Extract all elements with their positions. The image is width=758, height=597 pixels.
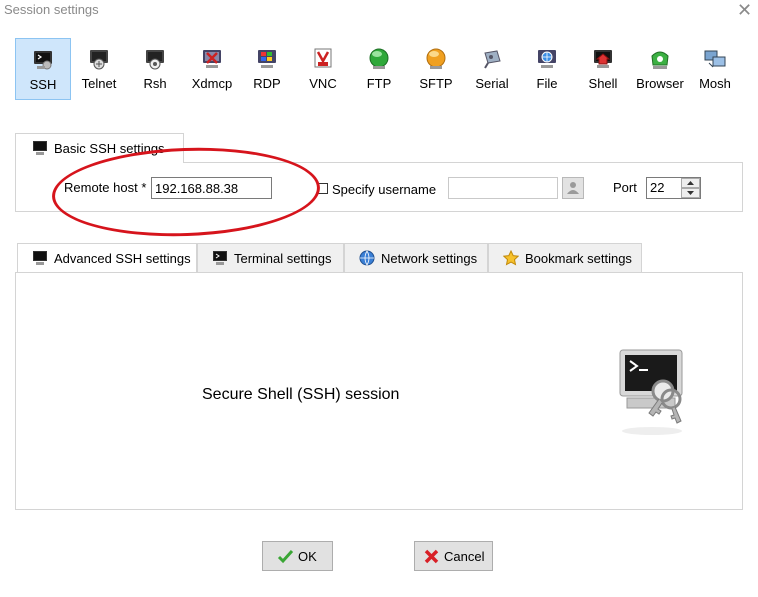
specify-username-label: Specify username xyxy=(332,182,437,197)
globe-icon xyxy=(359,250,375,266)
tab-network-settings[interactable]: Network settings xyxy=(344,243,488,273)
protocol-label: FTP xyxy=(366,76,392,91)
tab-label: Terminal settings xyxy=(234,251,332,266)
window-title: Session settings xyxy=(4,2,99,17)
protocol-sftp[interactable]: SFTP xyxy=(411,38,461,100)
cancel-x-icon xyxy=(424,549,439,564)
session-description: Secure Shell (SSH) session xyxy=(202,386,400,403)
tab-label: Network settings xyxy=(381,251,478,266)
serial-icon xyxy=(484,50,501,69)
username-input[interactable] xyxy=(448,177,558,199)
ftp-icon xyxy=(369,48,389,69)
protocol-label: SFTP xyxy=(419,76,453,91)
protocol-mosh[interactable]: Mosh xyxy=(691,38,739,100)
protocol-label: Xdmcp xyxy=(191,76,233,91)
tab-advanced-ssh-settings[interactable]: Advanced SSH settings xyxy=(17,243,197,273)
file-icon xyxy=(538,50,556,68)
vnc-icon xyxy=(314,48,332,68)
ok-label: OK xyxy=(298,549,317,564)
protocol-label: File xyxy=(536,76,558,91)
sftp-icon xyxy=(426,48,446,69)
ssh-session-icon xyxy=(619,349,683,435)
shell-icon xyxy=(594,50,612,68)
protocol-label: Rsh xyxy=(143,76,167,91)
mosh-icon xyxy=(704,50,726,68)
protocol-label: RDP xyxy=(253,76,281,91)
terminal-settings-icon xyxy=(213,251,227,265)
protocol-rsh[interactable]: Rsh xyxy=(129,38,181,100)
star-icon xyxy=(503,250,519,266)
close-icon[interactable]: ✕ xyxy=(737,0,752,20)
protocol-label: VNC xyxy=(309,76,337,91)
terminal-icon xyxy=(33,251,47,265)
tab-label: Bookmark settings xyxy=(525,251,632,266)
rdp-icon xyxy=(258,50,276,68)
protocol-label: Serial xyxy=(475,76,509,91)
checkmark-icon xyxy=(277,549,294,564)
cancel-label: Cancel xyxy=(444,549,485,564)
protocol-xdmcp[interactable]: Xdmcp xyxy=(185,38,239,100)
ssh-terminal-icon xyxy=(34,51,52,70)
tab-terminal-settings[interactable]: Terminal settings xyxy=(197,243,344,273)
port-value: 22 xyxy=(650,180,665,195)
protocol-browser[interactable]: Browser xyxy=(633,38,687,100)
protocol-file[interactable]: File xyxy=(523,38,571,100)
port-spinner[interactable] xyxy=(681,178,700,198)
terminal-icon xyxy=(33,141,47,155)
protocol-label: Browser xyxy=(636,76,684,91)
telnet-icon xyxy=(90,50,108,70)
protocol-ftp[interactable]: FTP xyxy=(355,38,403,100)
protocol-label: Shell xyxy=(588,76,618,91)
protocol-shell[interactable]: Shell xyxy=(579,38,627,100)
protocol-label: SSH xyxy=(29,77,57,92)
browser-icon xyxy=(651,51,669,69)
protocol-telnet[interactable]: Telnet xyxy=(73,38,125,100)
tab-bookmark-settings[interactable]: Bookmark settings xyxy=(488,243,642,273)
protocol-serial[interactable]: Serial xyxy=(467,38,517,100)
cancel-button[interactable]: Cancel xyxy=(414,541,493,571)
protocol-vnc[interactable]: VNC xyxy=(299,38,347,100)
user-icon xyxy=(567,182,579,194)
protocol-label: Telnet xyxy=(81,76,117,91)
protocol-label: Mosh xyxy=(699,76,731,91)
port-label: Port xyxy=(613,180,637,195)
tab-label: Advanced SSH settings xyxy=(54,251,191,266)
protocol-rdp[interactable]: RDP xyxy=(243,38,291,100)
rsh-icon xyxy=(146,50,164,70)
user-lookup-button[interactable] xyxy=(562,177,584,199)
protocol-ssh[interactable]: SSH xyxy=(15,38,71,100)
xdmcp-icon xyxy=(203,50,221,68)
ok-button[interactable]: OK xyxy=(262,541,333,571)
